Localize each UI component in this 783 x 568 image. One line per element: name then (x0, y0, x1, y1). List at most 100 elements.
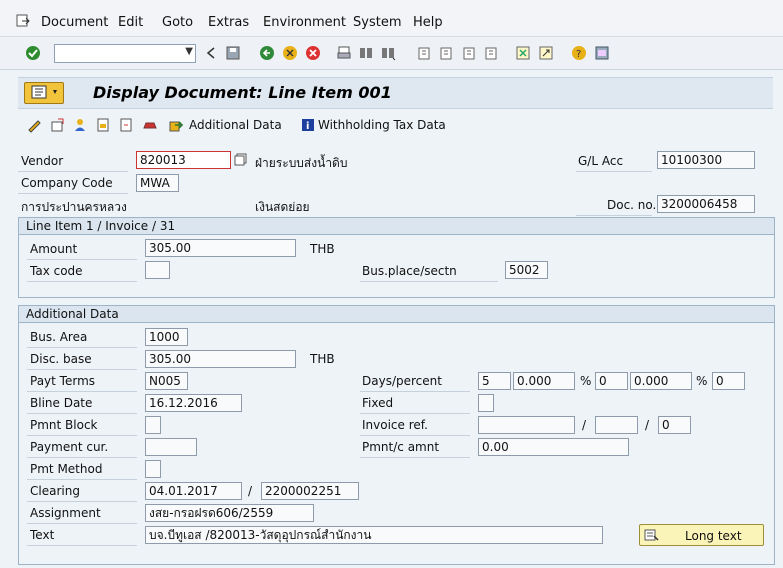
new-session-icon[interactable] (514, 44, 532, 62)
text-label: Text (30, 528, 55, 542)
clearing-slash: / (248, 484, 253, 498)
payt-terms-label: Payt Terms (30, 374, 96, 388)
amount-currency: THB (310, 242, 335, 256)
back-arrow-icon[interactable] (202, 44, 220, 62)
assignment-label: Assignment (30, 506, 101, 520)
help-icon[interactable]: ? (570, 44, 588, 62)
invoice-ref-item-field[interactable]: 0 (658, 416, 691, 434)
pmnt-c-amnt-field[interactable]: 0.00 (478, 438, 629, 456)
vendor-label: Vendor (21, 154, 64, 168)
payment-currency-label: Payment cur. (30, 440, 109, 454)
pmnt-block-field[interactable] (145, 416, 161, 434)
menu-system[interactable]: System (353, 15, 401, 30)
info-icon[interactable]: i (299, 116, 317, 134)
tax-code-label: Tax code (30, 264, 83, 278)
amount-field[interactable]: 305.00 (145, 239, 296, 257)
days-percent-label: Days/percent (362, 374, 442, 388)
menu-document[interactable]: Document (41, 15, 108, 30)
document-icon[interactable] (94, 116, 112, 134)
svg-text:i: i (306, 121, 309, 132)
fixed-label: Fixed (362, 396, 394, 410)
gl-acc-field[interactable]: 10100300 (657, 151, 755, 169)
bus-area-field[interactable]: 1000 (145, 328, 188, 346)
long-text-icon (642, 526, 660, 544)
change-document-icon[interactable] (117, 116, 135, 134)
line-item-title: Line Item 1 / Invoice / 31 (19, 218, 774, 235)
doc-no-field[interactable]: 3200006458 (657, 195, 755, 213)
percent1-sign: % (580, 374, 592, 388)
print-icon[interactable] (335, 44, 353, 62)
overview-icon[interactable] (48, 116, 66, 134)
days1-field[interactable]: 5 (478, 372, 511, 390)
title-bar: Display Document: Line Item 001 (18, 77, 773, 109)
partner-icon[interactable] (71, 116, 89, 134)
menu-help[interactable]: Help (413, 15, 443, 30)
company-code-field[interactable]: MWA (136, 174, 179, 192)
invoice-ref-slash-2: / (645, 418, 650, 432)
back-icon[interactable] (258, 44, 276, 62)
doc-no-label: Doc. no. (607, 198, 657, 212)
first-page-icon[interactable] (415, 44, 433, 62)
payt-terms-field[interactable]: N005 (145, 372, 188, 390)
disc-base-field[interactable]: 305.00 (145, 350, 296, 368)
pmt-method-label: Pmt Method (30, 462, 103, 476)
company-code-label: Company Code (21, 176, 113, 190)
hat-icon[interactable] (141, 116, 159, 134)
save-icon[interactable] (224, 44, 242, 62)
additional-data-arrow-icon[interactable] (167, 116, 185, 134)
invoice-ref-doc-field[interactable] (478, 416, 575, 434)
enter-icon[interactable] (24, 44, 42, 62)
edit-pencil-icon[interactable] (25, 116, 43, 134)
menu-edit[interactable]: Edit (118, 15, 143, 30)
vendor-name: ฝ่ายระบบส่งน้ำดิบ (255, 156, 348, 170)
days2-field[interactable]: 0 (595, 372, 628, 390)
bus-area-label: Bus. Area (30, 330, 88, 344)
last-page-icon[interactable] (482, 44, 500, 62)
find-next-icon[interactable] (379, 44, 397, 62)
tax-code-field[interactable] (145, 261, 170, 279)
long-text-button[interactable]: Long text (639, 524, 764, 546)
page-title: Display Document: Line Item 001 (93, 83, 392, 102)
command-field[interactable]: ▼ (54, 44, 196, 63)
text-field[interactable]: บจ.บีทูเอส /820013-วัสดุอุปกรณ์สำนักงาน (145, 526, 603, 544)
display-variant-button[interactable] (24, 82, 64, 104)
additional-data-button[interactable]: Additional Data (189, 118, 282, 132)
exit-icon[interactable] (281, 44, 299, 62)
bus-place-field[interactable]: 5002 (505, 261, 548, 279)
cancel-icon[interactable] (304, 44, 322, 62)
invoice-ref-year-field[interactable] (595, 416, 638, 434)
payment-currency-field[interactable] (145, 438, 197, 456)
withholding-tax-button[interactable]: Withholding Tax Data (318, 118, 446, 132)
chevron-down-icon[interactable]: ▼ (185, 46, 193, 57)
clearing-doc-field[interactable]: 2200002251 (261, 482, 359, 500)
days3-field[interactable]: 0 (712, 372, 745, 390)
menu-popup-icon[interactable] (14, 12, 32, 30)
pmt-method-field[interactable] (145, 460, 161, 478)
long-text-label: Long text (685, 529, 742, 543)
pmnt-c-amnt-label: Pmnt/c amnt (362, 440, 440, 454)
fixed-checkbox[interactable] (478, 394, 494, 412)
additional-data-title: Additional Data (19, 306, 774, 323)
next-page-icon[interactable] (460, 44, 478, 62)
vendor-detail-icon[interactable] (232, 151, 250, 169)
percent2-field[interactable]: 0.000 (630, 372, 692, 390)
percent1-field[interactable]: 0.000 (513, 372, 575, 390)
svg-text:?: ? (576, 49, 581, 60)
pmnt-block-label: Pmnt Block (30, 418, 98, 432)
gl-acc-label: G/L Acc (578, 154, 624, 168)
previous-page-icon[interactable] (437, 44, 455, 62)
menu-environment[interactable]: Environment (263, 15, 346, 30)
bline-date-field[interactable]: 16.12.2016 (145, 394, 242, 412)
layout-menu-icon[interactable] (593, 44, 611, 62)
company-name: การประปานครหลวง (21, 200, 127, 214)
clearing-date-field[interactable]: 04.01.2017 (145, 482, 242, 500)
invoice-ref-slash-1: / (582, 418, 587, 432)
amount-label: Amount (30, 242, 78, 256)
menu-goto[interactable]: Goto (162, 15, 193, 30)
assignment-field[interactable]: งสย-กรอฝรด606/2559 (145, 504, 314, 522)
percent2-sign: % (696, 374, 708, 388)
vendor-field[interactable]: 820013 (136, 151, 231, 169)
find-icon[interactable] (357, 44, 375, 62)
menu-extras[interactable]: Extras (208, 15, 249, 30)
shortcut-icon[interactable] (537, 44, 555, 62)
